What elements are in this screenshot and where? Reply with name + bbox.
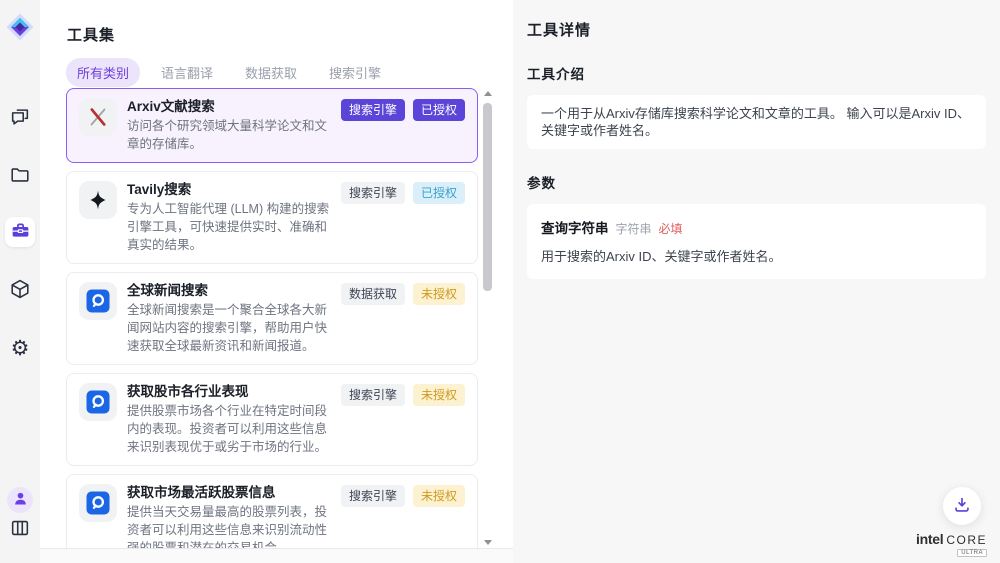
tool-details-panel: 工具详情 工具介绍 一个用于从Arxiv存储库搜索科学论文和文章的工具。 输入可…: [513, 0, 1000, 563]
tab-language-translation[interactable]: 语言翻译: [150, 58, 224, 87]
scroll-up-arrow[interactable]: [484, 91, 492, 96]
download-button[interactable]: [943, 487, 981, 525]
gear-icon: ⚙: [11, 338, 30, 359]
tool-card[interactable]: 全球新闻搜索 全球新闻搜索是一个聚合全球各大新闻网站内容的搜索引擎，帮助用户快速…: [66, 272, 478, 365]
tool-description: 专为人工智能代理 (LLM) 构建的搜索引擎工具，可快速提供实时、准确和真实的结…: [127, 200, 331, 254]
tool-badges: 搜索引擎 未授权: [341, 383, 465, 406]
sidebar-item-files[interactable]: [8, 164, 32, 188]
q-search-icon: [79, 484, 117, 522]
tool-name: 获取股市各行业表现: [127, 383, 331, 401]
folder-icon: [9, 164, 31, 189]
scrollbar[interactable]: [482, 88, 494, 548]
tab-all-categories[interactable]: 所有类别: [66, 58, 140, 87]
tool-badges: 数据获取 未授权: [341, 282, 465, 305]
download-icon: [951, 494, 973, 519]
tab-data-acquisition[interactable]: 数据获取: [234, 58, 308, 87]
category-badge: 搜索引擎: [341, 99, 405, 121]
param-header: 查询字符串 字符串 必填: [541, 217, 972, 237]
tool-name: Arxiv文献搜索: [127, 98, 331, 116]
cube-icon: [9, 278, 31, 303]
tool-list: Arxiv文献搜索 访问各个研究领域大量科学论文和文章的存储库。 搜索引擎 已授…: [66, 88, 478, 548]
auth-status-badge: 未授权: [413, 485, 465, 507]
auth-status-badge: 已授权: [413, 182, 465, 204]
list-bottom-edge: [40, 548, 513, 563]
sidebar: ⚙: [0, 0, 40, 563]
tool-badges: 搜索引擎 已授权: [341, 181, 465, 204]
category-badge: 数据获取: [341, 283, 405, 305]
tool-card[interactable]: 获取股市各行业表现 提供股票市场各个行业在特定时间段内的表现。投资者可以利用这些…: [66, 373, 478, 466]
scroll-down-arrow[interactable]: [484, 540, 492, 545]
details-title: 工具详情: [527, 19, 986, 40]
intro-heading: 工具介绍: [527, 63, 986, 83]
tool-card[interactable]: Tavily搜索 专为人工智能代理 (LLM) 构建的搜索引擎工具，可快速提供实…: [66, 171, 478, 264]
category-badge: 搜索引擎: [341, 384, 405, 406]
param-name: 查询字符串: [541, 217, 609, 237]
auth-status-badge: 已授权: [413, 99, 465, 121]
tool-description: 提供当天交易量最高的股票列表，投资者可以利用这些信息来识别流动性强的股票和潜在的…: [127, 503, 331, 548]
sidebar-item-tools[interactable]: [5, 217, 35, 247]
param-type: 字符串: [616, 220, 652, 237]
tool-name: 获取市场最活跃股票信息: [127, 484, 331, 502]
q-search-icon: [79, 282, 117, 320]
app-logo: [6, 13, 34, 41]
tool-name: 全球新闻搜索: [127, 282, 331, 300]
param-box: 查询字符串 字符串 必填 用于搜索的Arxiv ID、关键字或作者姓名。: [527, 204, 986, 279]
q-search-icon: [79, 383, 117, 421]
star-icon: [79, 181, 117, 219]
sidebar-item-settings[interactable]: ⚙: [8, 336, 32, 360]
intel-core-logo: intelcore ultra: [916, 531, 987, 549]
sidebar-item-models[interactable]: [8, 278, 32, 302]
toolbox-icon: [10, 220, 31, 244]
tool-description: 访问各个研究领域大量科学论文和文章的存储库。: [127, 117, 331, 153]
intro-text: 一个用于从Arxiv存储库搜索科学论文和文章的工具。 输入可以是Arxiv ID…: [541, 106, 970, 138]
tool-description: 提供股票市场各个行业在特定时间段内的表现。投资者可以利用这些信息来识别表现优于或…: [127, 402, 331, 456]
tool-badges: 搜索引擎 未授权: [341, 484, 465, 507]
category-badge: 搜索引擎: [341, 182, 405, 204]
tool-card[interactable]: 获取市场最活跃股票信息 提供当天交易量最高的股票列表，投资者可以利用这些信息来识…: [66, 474, 478, 548]
tool-description: 全球新闻搜索是一个聚合全球各大新闻网站内容的搜索引擎，帮助用户快速获取全球最新资…: [127, 301, 331, 355]
chat-icon: [9, 106, 31, 131]
auth-status-badge: 未授权: [413, 384, 465, 406]
app-window: ⚙ 工具集 所有类别语言翻译数据获取搜索引擎 Ar: [0, 0, 1000, 563]
panels-icon: [9, 517, 31, 542]
params-heading: 参数: [527, 172, 986, 192]
auth-status-badge: 未授权: [413, 283, 465, 305]
toolset-panel: 工具集 所有类别语言翻译数据获取搜索引擎 Arxiv文献搜索 访问各个研究领域大…: [40, 0, 513, 563]
tool-card[interactable]: Arxiv文献搜索 访问各个研究领域大量科学论文和文章的存储库。 搜索引擎 已授…: [66, 88, 478, 163]
category-badge: 搜索引擎: [341, 485, 405, 507]
tool-badges: 搜索引擎 已授权: [341, 98, 465, 121]
tab-search-engine[interactable]: 搜索引擎: [318, 58, 392, 87]
sidebar-item-chat[interactable]: [8, 106, 32, 130]
param-description: 用于搜索的Arxiv ID、关键字或作者姓名。: [541, 246, 972, 265]
page-title: 工具集: [67, 24, 115, 45]
category-tabs: 所有类别语言翻译数据获取搜索引擎: [66, 58, 392, 87]
tool-name: Tavily搜索: [127, 181, 331, 199]
param-required-badge: 必填: [659, 220, 683, 237]
intro-box: 一个用于从Arxiv存储库搜索科学论文和文章的工具。 输入可以是Arxiv ID…: [527, 95, 986, 149]
sidebar-item-panels[interactable]: [8, 517, 32, 541]
intel-brand-text: intel: [916, 531, 943, 547]
scrollbar-thumb[interactable]: [483, 103, 492, 291]
core-brand-text: core: [946, 533, 987, 547]
user-avatar[interactable]: [7, 487, 33, 513]
arxiv-icon: [79, 98, 117, 136]
ultra-badge: ultra: [957, 549, 987, 557]
person-icon: [12, 490, 29, 510]
